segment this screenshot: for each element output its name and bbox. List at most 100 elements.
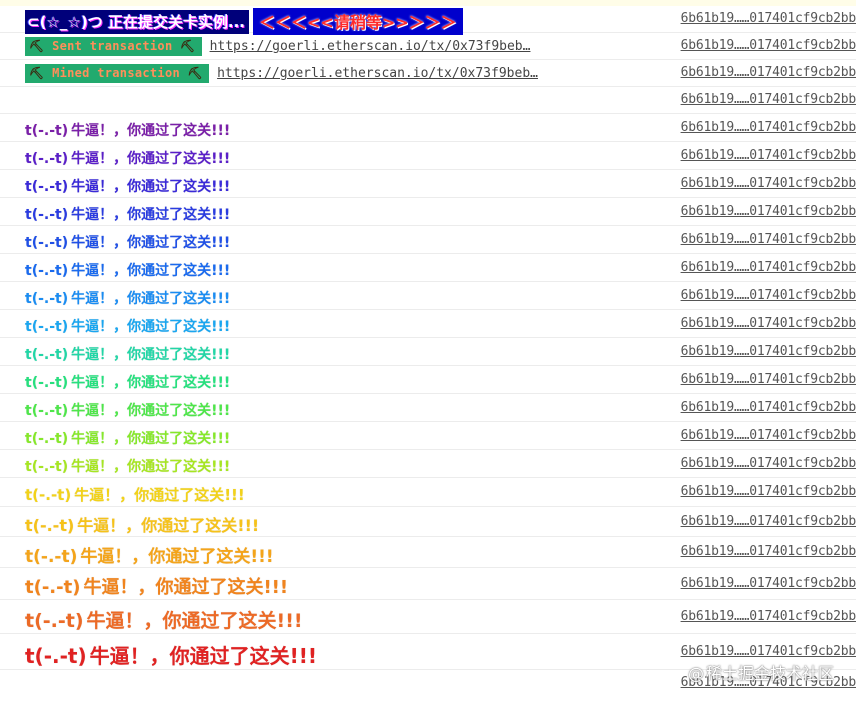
emoticon-face: t(-.-t) bbox=[25, 235, 69, 251]
emoticon-face: t(-.-t) bbox=[25, 459, 69, 475]
emoticon-face: t(-.-t) bbox=[25, 123, 69, 139]
success-text: 牛逼！，你通过了这关!!! bbox=[80, 547, 274, 567]
success-text: 牛逼！，你通过了这关!!! bbox=[86, 610, 303, 632]
success-text: 牛逼！，你通过了这关!!! bbox=[71, 151, 231, 167]
source-link[interactable]: 6b61b19……017401cf9cb2bb bbox=[681, 176, 856, 191]
success-text: 牛逼！，你通过了这关!!! bbox=[71, 207, 231, 223]
success-message: t(-.-t) 牛逼！，你通过了这关!!! bbox=[25, 372, 230, 392]
console-row-success: t(-.-t) 牛逼！，你通过了这关!!! 6b61b19……017401cf9cb… bbox=[0, 142, 856, 170]
success-text: 牛逼！，你通过了这关!!! bbox=[77, 516, 260, 535]
console-row-mined-tx: ⛏ Mined transaction ⛏ https://goerli.ethe… bbox=[0, 60, 856, 87]
console-row-success: t(-.-t) 牛逼！，你通过了这关!!! 6b61b19……017401cf9cb… bbox=[0, 282, 856, 310]
source-link[interactable]: 6b61b19……017401cf9cb2bb bbox=[681, 400, 856, 415]
success-text: 牛逼！，你通过了这关!!! bbox=[71, 459, 231, 475]
emoticon-face: t(-.-t) bbox=[25, 644, 87, 668]
success-text: 牛逼！，你通过了这关!!! bbox=[71, 123, 231, 139]
success-message: t(-.-t) 牛逼！，你通过了这关!!! bbox=[25, 456, 230, 476]
console-row-success: t(-.-t) 牛逼！，你通过了这关!!! 6b61b19……017401cf9cb… bbox=[0, 507, 856, 537]
pickaxe-icon: ⛏ bbox=[187, 66, 204, 80]
emoticon-face: t(-.-t) bbox=[25, 347, 69, 363]
success-text: 牛逼！，你通过了这关!!! bbox=[71, 319, 231, 335]
source-link[interactable]: 6b61b19……017401cf9cb2bb bbox=[681, 609, 856, 624]
success-message: t(-.-t) 牛逼！，你通过了这关!!! bbox=[25, 232, 230, 252]
console-row-banner: ⊂(☆_☆)つ 正在提交关卡实例... ＜＜＜<<请稍等>>＞＞＞ 6b61b19… bbox=[0, 6, 856, 35]
source-link[interactable]: 6b61b19……017401cf9cb2bb bbox=[681, 92, 856, 107]
success-message: t(-.-t) 牛逼！，你通过了这关!!! bbox=[25, 344, 230, 364]
source-link[interactable]: 6b61b19……017401cf9cb2bb bbox=[681, 576, 856, 591]
pickaxe-icon: ⛏ bbox=[29, 39, 45, 53]
console-row-success: t(-.-t) 牛逼！，你通过了这关!!! 6b61b19……017401cf9cb… bbox=[0, 568, 856, 600]
source-link[interactable]: 6b61b19……017401cf9cb2bb bbox=[681, 344, 856, 359]
watermark: @ 稀土掘金技术社区 bbox=[687, 664, 834, 683]
emoticon-face: t(-.-t) bbox=[25, 431, 69, 447]
emoticon-face: t(-.-t) bbox=[25, 151, 69, 167]
success-message: t(-.-t) 牛逼！，你通过了这关!!! bbox=[25, 428, 230, 448]
source-link[interactable]: 6b61b19……017401cf9cb2bb bbox=[681, 372, 856, 387]
console-row-success: t(-.-t) 牛逼！，你通过了这关!!! 6b61b19……017401cf9cb… bbox=[0, 198, 856, 226]
mined-transaction-badge: ⛏ Mined transaction ⛏ bbox=[25, 64, 210, 83]
success-message: t(-.-t) 牛逼！，你通过了这关!!! bbox=[25, 260, 230, 280]
source-link[interactable]: 6b61b19……017401cf9cb2bb bbox=[681, 148, 856, 163]
success-message: t(-.-t) 牛逼！，你通过了这关!!! bbox=[25, 316, 230, 336]
console-row-success: t(-.-t) 牛逼！，你通过了这关!!! 6b61b19……017401cf9cb… bbox=[0, 600, 856, 634]
success-text: 牛逼！，你通过了这关!!! bbox=[71, 403, 231, 419]
pickaxe-icon: ⛏ bbox=[180, 39, 196, 53]
console-row-success: t(-.-t) 牛逼！，你通过了这关!!! 6b61b19……017401cf9cb… bbox=[0, 170, 856, 198]
console-row-empty: 6b61b19……017401cf9cb2bb bbox=[0, 87, 856, 114]
etherscan-tx-link[interactable]: https://goerli.etherscan.io/tx/0x73f9beb… bbox=[217, 66, 538, 81]
emoticon-face: t(-.-t) bbox=[25, 291, 69, 307]
success-message: t(-.-t) 牛逼！，你通过了这关!!! bbox=[25, 288, 230, 308]
source-link[interactable]: 6b61b19……017401cf9cb2bb bbox=[681, 65, 856, 80]
source-link[interactable]: 6b61b19……017401cf9cb2bb bbox=[681, 260, 856, 275]
emoticon-face: t(-.-t) bbox=[25, 403, 69, 419]
success-text: 牛逼！，你通过了这关!!! bbox=[83, 577, 289, 598]
source-link[interactable]: 6b61b19……017401cf9cb2bb bbox=[681, 484, 856, 499]
source-link[interactable]: 6b61b19……017401cf9cb2bb bbox=[681, 204, 856, 219]
success-rows: t(-.-t) 牛逼！，你通过了这关!!! 6b61b19……017401cf9cb… bbox=[0, 114, 856, 670]
success-message: t(-.-t) 牛逼！，你通过了这关!!! bbox=[25, 400, 230, 420]
console-row-success: t(-.-t) 牛逼！，你通过了这关!!! 6b61b19……017401cf9cb… bbox=[0, 254, 856, 282]
emoticon-face: t(-.-t) bbox=[25, 375, 69, 391]
source-link[interactable]: 6b61b19……017401cf9cb2bb bbox=[681, 316, 856, 331]
source-link[interactable]: 6b61b19……017401cf9cb2bb bbox=[681, 456, 856, 471]
source-link[interactable]: 6b61b19……017401cf9cb2bb bbox=[681, 11, 856, 26]
console-row-success: t(-.-t) 牛逼！，你通过了这关!!! 6b61b19……017401cf9cb… bbox=[0, 310, 856, 338]
console-row-success: t(-.-t) 牛逼！，你通过了这关!!! 6b61b19……017401cf9cb… bbox=[0, 394, 856, 422]
emoticon-face: t(-.-t) bbox=[25, 516, 75, 535]
source-link[interactable]: 6b61b19……017401cf9cb2bb bbox=[681, 288, 856, 303]
console-row-success: t(-.-t) 牛逼！，你通过了这关!!! 6b61b19……017401cf9cb… bbox=[0, 226, 856, 254]
console-row-sent-tx: ⛏ Sent transaction ⛏ https://goerli.ether… bbox=[0, 33, 856, 60]
emoticon-face: t(-.-t) bbox=[25, 263, 69, 279]
success-text: 牛逼！，你通过了这关!!! bbox=[71, 431, 231, 447]
emoticon-face: t(-.-t) bbox=[25, 207, 69, 223]
source-link[interactable]: 6b61b19……017401cf9cb2bb bbox=[681, 514, 856, 529]
console-row-success: t(-.-t) 牛逼！，你通过了这关!!! 6b61b19……017401cf9cb… bbox=[0, 338, 856, 366]
source-link[interactable]: 6b61b19……017401cf9cb2bb bbox=[681, 544, 856, 559]
success-text: 牛逼！，你通过了这关!!! bbox=[71, 263, 231, 279]
console-row-success: t(-.-t) 牛逼！，你通过了这关!!! 6b61b19……017401cf9cb… bbox=[0, 422, 856, 450]
source-link[interactable]: 6b61b19……017401cf9cb2bb bbox=[681, 38, 856, 53]
source-link[interactable]: 6b61b19……017401cf9cb2bb bbox=[681, 428, 856, 443]
success-message: t(-.-t) 牛逼！，你通过了这关!!! bbox=[25, 606, 303, 633]
source-link[interactable]: 6b61b19……017401cf9cb2bb bbox=[681, 120, 856, 135]
sent-transaction-badge: ⛏ Sent transaction ⛏ bbox=[25, 37, 202, 56]
console-row-success: t(-.-t) 牛逼！，你通过了这关!!! 6b61b19……017401cf9cb… bbox=[0, 478, 856, 507]
console-row-success: t(-.-t) 牛逼！，你通过了这关!!! 6b61b19……017401cf9cb… bbox=[0, 114, 856, 142]
emoticon-face: t(-.-t) bbox=[25, 577, 81, 598]
success-message: t(-.-t) 牛逼！，你通过了这关!!! bbox=[25, 120, 230, 140]
emoticon-face: t(-.-t) bbox=[25, 179, 69, 195]
console-row-success: t(-.-t) 牛逼！，你通过了这关!!! 6b61b19……017401cf9cb… bbox=[0, 450, 856, 478]
console-row-success: t(-.-t) 牛逼！，你通过了这关!!! 6b61b19……017401cf9cb… bbox=[0, 537, 856, 568]
console-row-success: t(-.-t) 牛逼！，你通过了这关!!! 6b61b19……017401cf9cb… bbox=[0, 366, 856, 394]
success-message: t(-.-t) 牛逼！，你通过了这关!!! bbox=[25, 512, 259, 536]
success-message: t(-.-t) 牛逼！，你通过了这关!!! bbox=[25, 204, 230, 224]
etherscan-tx-link[interactable]: https://goerli.etherscan.io/tx/0x73f9beb… bbox=[210, 39, 531, 54]
source-link[interactable]: 6b61b19……017401cf9cb2bb bbox=[681, 644, 856, 659]
success-message: t(-.-t) 牛逼！，你通过了这关!!! bbox=[25, 148, 230, 168]
console-log: ⊂(☆_☆)つ 正在提交关卡实例... ＜＜＜<<请稍等>>＞＞＞ 6b61b19… bbox=[0, 6, 856, 696]
success-message: t(-.-t) 牛逼！，你通过了这关!!! bbox=[25, 640, 317, 669]
emoticon-face: t(-.-t) bbox=[25, 547, 78, 567]
source-link[interactable]: 6b61b19……017401cf9cb2bb bbox=[681, 232, 856, 247]
success-message: t(-.-t) 牛逼！，你通过了这关!!! bbox=[25, 176, 230, 196]
success-message: t(-.-t) 牛逼！，你通过了这关!!! bbox=[25, 542, 274, 567]
